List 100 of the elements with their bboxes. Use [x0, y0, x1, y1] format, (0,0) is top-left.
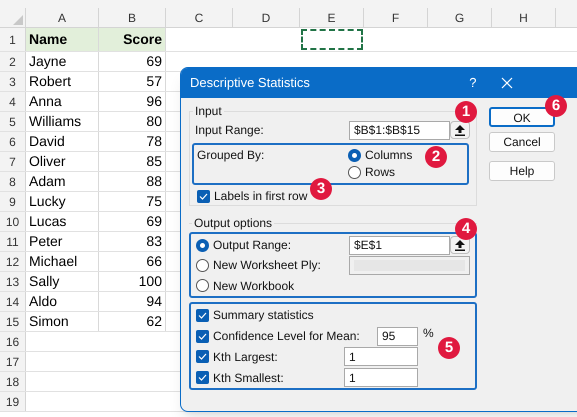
input-field[interactable]: $E$1: [349, 236, 450, 255]
column-header[interactable]: E: [300, 8, 364, 27]
table-cell-text: Jayne: [29, 52, 66, 71]
field-label: Input Range:: [195, 122, 265, 139]
checkbox-label: Summary statistics: [213, 307, 314, 324]
radio-button[interactable]: [196, 279, 209, 292]
upload-arrow-icon: [455, 240, 465, 251]
input-field[interactable]: [349, 256, 470, 275]
checkmark-icon: [198, 312, 207, 319]
input-field[interactable]: $B$1:$B$15: [349, 120, 450, 140]
radio-button[interactable]: [348, 149, 361, 162]
table-cell-text: 96: [146, 92, 162, 111]
column-header[interactable]: C: [166, 8, 233, 27]
table-cell-text: 69: [146, 52, 162, 71]
checkbox[interactable]: [196, 308, 209, 322]
table-cell-text: Michael: [29, 252, 78, 271]
table-cell-text: 80: [146, 112, 162, 131]
row-header[interactable]: 1: [0, 28, 26, 51]
radio-label: Rows: [365, 165, 396, 180]
table-cell-text: Williams: [29, 112, 82, 131]
row-header[interactable]: 17: [0, 352, 26, 371]
table-cell-text: Simon: [29, 312, 69, 331]
row-header[interactable]: 9: [0, 192, 26, 211]
row-header[interactable]: 6: [0, 132, 26, 151]
number-badge: 1: [455, 101, 477, 123]
checkbox[interactable]: [196, 350, 209, 364]
row-header[interactable]: 14: [0, 292, 26, 311]
table-cell-text: Name: [29, 30, 68, 49]
table-cell-text: Anna: [29, 92, 62, 111]
row-header[interactable]: 18: [0, 372, 26, 391]
input-field[interactable]: 1: [344, 347, 418, 366]
table-cell-text: Aldo: [29, 292, 58, 311]
checkbox-label: Kth Largest:: [213, 348, 278, 366]
column-header[interactable]: G: [428, 8, 492, 27]
table-cell-text: 66: [146, 252, 162, 271]
row-header[interactable]: 3: [0, 72, 26, 91]
number-badge: 5: [438, 337, 460, 359]
table-cell-text: David: [29, 132, 65, 151]
table-cell-text: 85: [146, 152, 162, 171]
table-cell-text: Adam: [29, 172, 66, 191]
radio-button[interactable]: [348, 166, 361, 179]
column-header[interactable]: D: [233, 8, 300, 27]
row-header[interactable]: 11: [0, 232, 26, 251]
number-badge: 3: [310, 178, 332, 200]
radio-button[interactable]: [196, 258, 209, 272]
collapse-button[interactable]: [450, 236, 470, 254]
row-header[interactable]: 10: [0, 212, 26, 231]
help-button[interactable]: ?: [458, 73, 488, 93]
row-header[interactable]: 5: [0, 112, 26, 131]
dialog-button[interactable]: Help: [489, 161, 555, 181]
row-header[interactable]: 4: [0, 92, 26, 111]
table-cell-text: Score: [123, 30, 162, 49]
number-badge: 2: [425, 146, 447, 168]
table-cell-text: Peter: [29, 232, 62, 251]
column-header[interactable]: B: [99, 8, 166, 27]
table-cell-text: 69: [146, 212, 162, 231]
dialog-button[interactable]: Cancel: [489, 132, 555, 152]
row-header[interactable]: 13: [0, 272, 26, 291]
checkbox-label: Kth Smallest:: [213, 370, 284, 387]
checkmark-icon: [199, 192, 208, 200]
collapse-button[interactable]: [450, 121, 470, 139]
checkmark-icon: [198, 353, 207, 360]
row-header[interactable]: 7: [0, 152, 26, 171]
checkbox[interactable]: [196, 330, 209, 343]
table-cell-text: 62: [146, 312, 162, 331]
column-header[interactable]: A: [26, 8, 99, 27]
radio-label: New Worksheet Ply:: [213, 257, 321, 274]
radio-button[interactable]: [196, 238, 209, 252]
table-cell-text: Robert: [29, 72, 72, 91]
checkbox-label: Confidence Level for Mean:: [213, 328, 360, 346]
row-header[interactable]: 8: [0, 172, 26, 191]
row-header[interactable]: 2: [0, 52, 26, 71]
group-title: Output options: [193, 215, 274, 232]
close-icon[interactable]: [500, 77, 513, 89]
percent-sign: %: [423, 325, 434, 342]
row-header[interactable]: 12: [0, 252, 26, 271]
table-cell-text: Oliver: [29, 152, 66, 171]
row-header[interactable]: 15: [0, 312, 26, 331]
input-field[interactable]: 95: [377, 326, 418, 346]
table-cell-text: 100: [138, 272, 162, 291]
input-field[interactable]: 1: [344, 368, 418, 388]
table-cell-text: 83: [146, 232, 162, 251]
checkbox[interactable]: [197, 190, 210, 202]
table-cell-text: 88: [146, 172, 162, 191]
row-header[interactable]: 19: [0, 392, 26, 411]
row-header[interactable]: 16: [0, 332, 26, 351]
column-header[interactable]: F: [364, 8, 428, 27]
column-header[interactable]: H: [492, 8, 556, 27]
table-cell-text: 57: [146, 72, 162, 91]
table-cell-text: Lucas: [29, 212, 66, 231]
window-title: Descriptive Statistics: [190, 74, 310, 92]
table-cell-text: 78: [146, 132, 162, 151]
number-badge: 4: [455, 218, 477, 240]
checkbox[interactable]: [196, 371, 209, 384]
checkmark-icon: [198, 374, 207, 382]
checkbox-label: Labels in first row: [214, 188, 308, 205]
checkmark-icon: [198, 332, 207, 340]
table-cell-text: 75: [146, 192, 162, 211]
group-title: Input: [194, 103, 223, 120]
upload-arrow-icon: [455, 124, 465, 136]
